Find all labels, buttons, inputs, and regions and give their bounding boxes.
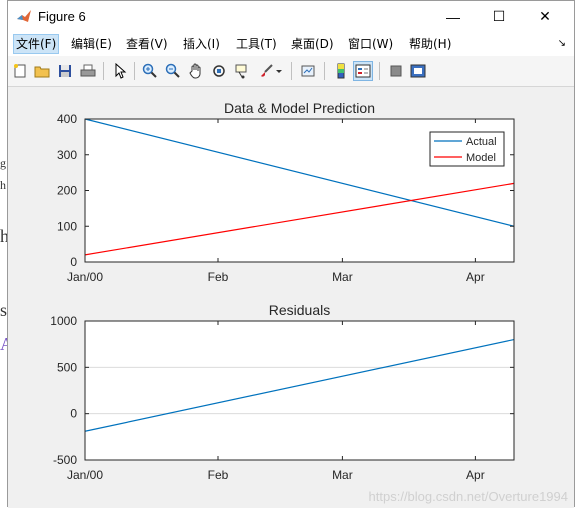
- figure-window: Figure 6 — ☐ ✕ 文件(F) 编辑(E) 查看(V) 插入(I) 工…: [7, 0, 575, 508]
- maximize-button[interactable]: ☐: [476, 1, 522, 32]
- legend-label: Model: [466, 152, 496, 164]
- y-tick-label: 200: [57, 184, 77, 198]
- save-icon[interactable]: [55, 61, 75, 81]
- chart-title: Residuals: [269, 302, 330, 318]
- menu-help[interactable]: 帮助(H): [407, 35, 453, 53]
- matlab-logo-icon: [17, 10, 31, 22]
- y-tick-label: 0: [70, 407, 77, 421]
- title-bar[interactable]: Figure 6 — ☐ ✕: [8, 1, 574, 32]
- open-file-icon[interactable]: [32, 61, 52, 81]
- window-title: Figure 6: [38, 9, 86, 24]
- dock-arrow-icon[interactable]: ↘: [558, 38, 566, 49]
- brush-dropdown-icon[interactable]: [274, 61, 284, 81]
- menu-insert[interactable]: 插入(I): [181, 35, 222, 53]
- insert-legend-icon[interactable]: [353, 61, 373, 81]
- chart-title: Data & Model Prediction: [224, 100, 375, 116]
- x-tick-label: Mar: [332, 468, 353, 482]
- y-tick-label: 500: [57, 360, 77, 374]
- zoom-out-icon[interactable]: [163, 61, 183, 81]
- toolbar-separator: [379, 62, 380, 80]
- toolbar-separator: [103, 62, 104, 80]
- y-tick-label: 0: [70, 255, 77, 269]
- x-tick-label: Jan/00: [67, 468, 103, 482]
- menu-edit[interactable]: 编辑(E): [69, 35, 114, 53]
- axes-background: [85, 321, 514, 460]
- x-tick-label: Feb: [208, 270, 229, 284]
- pointer-icon[interactable]: [110, 61, 130, 81]
- menu-desktop[interactable]: 桌面(D): [289, 35, 336, 53]
- y-tick-label: 100: [57, 219, 77, 233]
- new-figure-icon[interactable]: [10, 61, 30, 81]
- rotate-3d-icon[interactable]: [209, 61, 229, 81]
- brush-icon[interactable]: [256, 61, 276, 81]
- insert-colorbar-icon[interactable]: [331, 61, 351, 81]
- background-fragment: h: [0, 178, 6, 192]
- zoom-in-icon[interactable]: [140, 61, 160, 81]
- figure-toolbar: [8, 56, 574, 87]
- pan-icon[interactable]: [186, 61, 206, 81]
- y-tick-label: 1000: [50, 314, 77, 328]
- data-cursor-icon[interactable]: [232, 61, 252, 81]
- y-tick-label: -500: [53, 453, 77, 467]
- legend-label: Actual: [466, 136, 497, 148]
- x-tick-label: Apr: [466, 270, 485, 284]
- menu-window[interactable]: 窗口(W): [346, 35, 395, 53]
- x-tick-label: Jan/00: [67, 270, 103, 284]
- menu-tools[interactable]: 工具(T): [234, 35, 279, 53]
- hide-plot-tools-icon[interactable]: [386, 61, 406, 81]
- menu-file[interactable]: 文件(F): [13, 34, 60, 54]
- print-icon[interactable]: [78, 61, 98, 81]
- toolbar-separator: [324, 62, 325, 80]
- menu-bar: 文件(F) 编辑(E) 查看(V) 插入(I) 工具(T) 桌面(D) 窗口(W…: [8, 32, 574, 56]
- show-plot-tools-icon[interactable]: [408, 61, 428, 81]
- toolbar-separator: [134, 62, 135, 80]
- toolbar-separator: [291, 62, 292, 80]
- x-tick-label: Mar: [332, 270, 353, 284]
- background-fragment: s: [0, 300, 8, 320]
- close-button[interactable]: ✕: [522, 1, 568, 32]
- minimize-button[interactable]: —: [430, 1, 476, 32]
- figure-canvas: 0 100 200 300 400 Jan/00 Feb Mar Apr Data & Model…: [8, 87, 574, 508]
- y-tick-label: 300: [57, 148, 77, 162]
- watermark-text: https://blog.csdn.net/Overture1994: [368, 489, 568, 504]
- background-fragment: g: [0, 156, 6, 170]
- x-tick-label: Feb: [208, 468, 229, 482]
- plot-area: 0 100 200 300 400 Jan/00 Feb Mar Apr Data & Model…: [50, 100, 515, 482]
- x-tick-label: Apr: [466, 468, 485, 482]
- y-tick-label: 400: [57, 112, 77, 126]
- menu-view[interactable]: 查看(V): [124, 35, 170, 53]
- link-plot-icon[interactable]: [298, 61, 318, 81]
